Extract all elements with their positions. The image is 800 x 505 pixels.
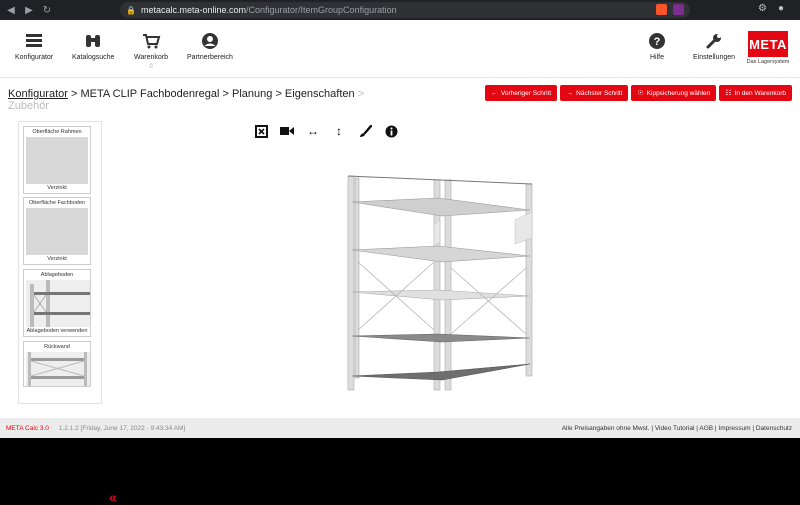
- nav-label: Warenkorb: [134, 54, 168, 61]
- url-host: metacalc.meta-online.com: [140, 5, 247, 15]
- info-icon[interactable]: [384, 124, 398, 138]
- footer-links[interactable]: Alle Preisangaben ohne Mwst. | Video Tut…: [562, 425, 792, 432]
- card-footer: Ablageboden verwenden: [26, 328, 88, 334]
- cart-icon: ☷: [725, 90, 732, 97]
- footer-version: 1.2.1.2 [Friday, June 17, 2022 - 9:43:34…: [58, 424, 186, 432]
- back-icon[interactable]: ◀: [4, 3, 18, 17]
- nav-katalogsuche[interactable]: Katalogsuche: [72, 32, 114, 61]
- cart-icon: [142, 34, 161, 49]
- binoculars-icon: [86, 35, 101, 47]
- wrench-icon: [706, 34, 722, 49]
- logo-tagline: Das Lagersystem: [746, 59, 790, 65]
- lifebuoy-icon: ☉: [637, 90, 644, 97]
- next-step-button[interactable]: → Nächster Schritt: [560, 85, 629, 101]
- settings-button[interactable]: Einstellungen: [693, 32, 735, 61]
- card-swatch: [26, 137, 88, 184]
- height-arrows-icon[interactable]: ↕: [332, 124, 346, 138]
- card-title: Oberfläche Fachboden: [29, 200, 85, 206]
- reload-icon[interactable]: ↻: [40, 3, 54, 17]
- help-button[interactable]: ? Hilfe: [647, 32, 667, 61]
- footer-brand: META Calc 3.0: [6, 424, 49, 432]
- collapse-sidebar-icon[interactable]: «: [109, 489, 117, 505]
- url-path: /Configurator/ItemGroupConfiguration: [246, 5, 397, 15]
- nav-konfigurator[interactable]: Konfigurator: [15, 32, 53, 61]
- breadcrumb-home[interactable]: Konfigurator: [8, 88, 68, 100]
- close-box-icon[interactable]: [254, 124, 268, 138]
- settings-label: Einstellungen: [693, 54, 736, 61]
- nav-partnerbereich[interactable]: Partnerbereich: [187, 32, 233, 61]
- previous-step-button[interactable]: ← Vorheriger Schritt: [484, 85, 558, 101]
- card-footer: Verzinkt: [47, 185, 67, 191]
- option-card-ablageboden[interactable]: Ablageboden Ablageboden verwenden: [23, 269, 91, 337]
- app-page: Konfigurator Katalogsuche Warenkorb 0 Pa…: [0, 20, 800, 505]
- breadcrumb: Konfigurator > META CLIP Fachbodenregal …: [8, 88, 478, 112]
- card-footer: Verzinkt: [47, 256, 67, 262]
- button-label: Nächster Schritt: [576, 89, 623, 97]
- viewer-toolbar: ↔ ↕: [254, 124, 398, 138]
- profile-icon[interactable]: ●: [778, 3, 784, 14]
- screen-bottom-bar: [0, 438, 800, 480]
- help-label: Hilfe: [649, 54, 664, 61]
- option-card-shelf-surface[interactable]: Oberfläche Fachboden Verzinkt: [23, 197, 91, 265]
- option-card-rueckwand[interactable]: Rückwand: [23, 341, 91, 387]
- meta-logo[interactable]: META: [748, 31, 788, 57]
- button-label: In den Warenkorb: [734, 89, 786, 97]
- button-label: Kippsicherung wählen: [646, 89, 711, 97]
- card-image: [26, 280, 90, 327]
- extensions-icon[interactable]: ⚙: [758, 3, 767, 14]
- app-footer: META Calc 3.0 1.2.1.2 [Friday, June 17, …: [0, 418, 800, 438]
- nav-label: Katalogsuche: [72, 54, 115, 61]
- shelf-3d-view[interactable]: [330, 170, 550, 395]
- stack-icon: [26, 34, 43, 47]
- option-card-frame-surface[interactable]: Oberfläche Rahmen Verzinkt: [23, 126, 91, 194]
- nav-warenkorb[interactable]: Warenkorb 0: [134, 32, 168, 70]
- width-arrows-icon[interactable]: ↔: [306, 124, 320, 138]
- add-to-cart-button[interactable]: ☷ In den Warenkorb: [719, 85, 792, 101]
- brave-rewards-icon[interactable]: [673, 4, 684, 15]
- svg-text:?: ?: [654, 36, 661, 48]
- breadcrumb-current: Zubehör: [8, 100, 49, 112]
- cart-count: 0: [149, 64, 153, 70]
- video-camera-icon[interactable]: [280, 124, 294, 138]
- card-title: Oberfläche Rahmen: [32, 129, 82, 135]
- card-title: Ablageboden: [40, 272, 74, 278]
- forward-icon[interactable]: ▶: [22, 3, 36, 17]
- breadcrumb-path: > META CLIP Fachbodenregal > Planung > E…: [67, 88, 358, 100]
- breadcrumb-sep: >: [357, 88, 365, 100]
- nav-label: Partnerbereich: [187, 54, 233, 61]
- arrow-right-icon: →: [566, 89, 574, 97]
- option-sidebar: Oberfläche Rahmen Verzinkt Oberfläche Fa…: [18, 121, 117, 505]
- address-bar[interactable]: 🔒 metacalc.meta-online.com/Configurator/…: [120, 2, 690, 18]
- help-icon: ?: [649, 33, 665, 49]
- user-icon: [201, 33, 218, 49]
- browser-toolbar: ◀ ▶ ↻ ☐ 🔒 metacalc.meta-online.com/Confi…: [0, 0, 800, 20]
- card-swatch: [26, 208, 88, 255]
- brave-shield-icon[interactable]: [656, 4, 667, 15]
- nav-label: Konfigurator: [15, 54, 54, 61]
- app-header: Konfigurator Katalogsuche Warenkorb 0 Pa…: [0, 20, 800, 78]
- lock-icon: 🔒: [126, 5, 136, 15]
- button-label: Vorheriger Schritt: [500, 89, 552, 97]
- card-title: Rückwand: [44, 344, 70, 350]
- tilt-protection-button[interactable]: ☉ Kippsicherung wählen: [631, 85, 717, 101]
- arrow-left-icon: ←: [490, 89, 498, 97]
- step-actions: ← Vorheriger Schritt → Nächster Schritt ☉ K…: [484, 85, 792, 101]
- card-image: [26, 352, 90, 386]
- paintbrush-icon[interactable]: [358, 124, 372, 138]
